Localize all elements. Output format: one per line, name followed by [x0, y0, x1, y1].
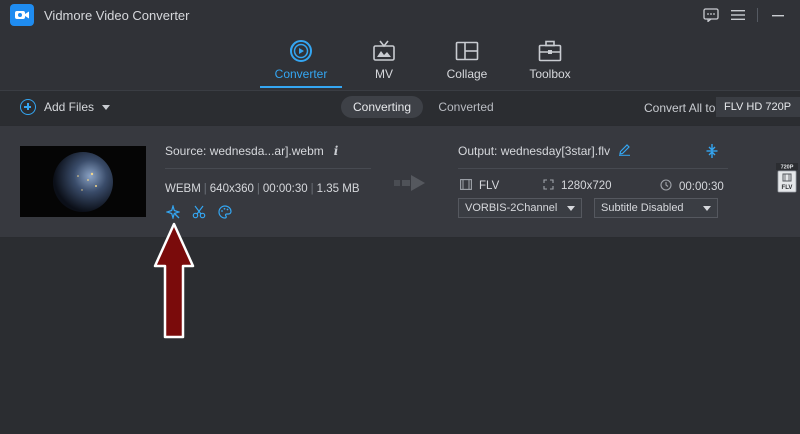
main-nav: Converter MV Collage Toolbox: [0, 30, 800, 90]
active-tab-indicator: [260, 86, 342, 88]
minimize-icon[interactable]: [769, 6, 787, 24]
convert-arrow-icon: [394, 174, 426, 197]
source-filename: Source: wednesda...ar].webm: [165, 144, 324, 158]
file-row: Source: wednesda...ar].webm i WEBM | 640x3…: [0, 125, 800, 238]
video-thumbnail[interactable]: [20, 146, 146, 217]
feedback-icon[interactable]: [702, 6, 720, 24]
output-format: FLV: [479, 180, 500, 192]
tab-label: Collage: [446, 67, 488, 81]
chevron-down-icon[interactable]: [102, 104, 111, 110]
source-format: WEBM: [165, 183, 201, 195]
output-duration-info: 00:00:30: [660, 179, 724, 194]
output-format-info: FLV: [460, 179, 499, 193]
clock-icon: [660, 179, 672, 194]
film-icon: [460, 179, 472, 193]
source-resolution: 640x360: [209, 183, 254, 195]
output-duration: 00:00:30: [679, 180, 724, 193]
tab-collage[interactable]: Collage: [427, 38, 507, 88]
converter-icon: [261, 38, 341, 64]
subtitle-value: Subtitle Disabled: [601, 202, 684, 214]
chevron-down-icon: [567, 206, 575, 211]
add-files-label: Add Files: [44, 100, 95, 114]
titlebar-divider: [757, 8, 758, 22]
toolbox-icon: [510, 38, 590, 64]
output-resolution-info: 1280x720: [543, 179, 612, 193]
tab-toolbox[interactable]: Toolbox: [510, 38, 590, 88]
output-resolution: 1280x720: [561, 180, 612, 192]
tab-label: Toolbox: [529, 67, 571, 81]
resolution-icon: [543, 179, 554, 193]
subtitle-select[interactable]: Subtitle Disabled: [594, 198, 718, 218]
source-size: 1.35 MB: [316, 183, 360, 195]
audio-track-select[interactable]: VORBIS-2Channel: [458, 198, 582, 218]
add-files-button[interactable]: Add Files: [20, 99, 111, 115]
convert-all-label: Convert All to:: [644, 101, 719, 115]
source-info: Source: wednesda...ar].webm i: [165, 144, 338, 158]
source-meta: WEBM | 640x360 | 00:00:30 | 1.35 MB: [165, 183, 360, 195]
chevron-down-icon: [703, 206, 711, 211]
tab-mv[interactable]: MV: [344, 38, 424, 88]
divider: [165, 168, 371, 169]
app-logo-icon: [10, 4, 34, 26]
output-filename: Output: wednesday[3star].flv: [458, 144, 611, 158]
palette-icon[interactable]: [218, 205, 232, 224]
info-icon[interactable]: i: [334, 144, 339, 158]
format-badge-quality: 720P: [781, 165, 794, 171]
source-duration: 00:00:30: [262, 183, 308, 195]
add-icon: [20, 99, 36, 115]
divider: [458, 168, 728, 169]
tab-converter[interactable]: Converter: [261, 38, 341, 88]
app-title: Vidmore Video Converter: [44, 8, 190, 23]
annotation-arrow-icon: [152, 222, 196, 345]
collage-icon: [427, 38, 507, 64]
tab-label: Converter: [274, 67, 328, 81]
compress-icon[interactable]: [706, 144, 718, 163]
format-badge-label: FLV: [782, 185, 793, 191]
output-info: Output: wednesday[3star].flv: [458, 143, 631, 159]
title-bar: Vidmore Video Converter: [0, 0, 800, 30]
convert-all-format-select[interactable]: FLV HD 720P: [716, 97, 800, 117]
output-format-badge[interactable]: 720P FLV: [776, 163, 798, 193]
audio-track-value: VORBIS-2Channel: [465, 202, 558, 214]
menu-icon[interactable]: [729, 6, 747, 24]
tab-converted[interactable]: Converted: [425, 96, 507, 118]
tab-label: MV: [375, 67, 393, 81]
edit-name-icon[interactable]: [618, 143, 631, 159]
mv-icon: [344, 38, 424, 64]
tab-converting[interactable]: Converting: [341, 96, 423, 118]
